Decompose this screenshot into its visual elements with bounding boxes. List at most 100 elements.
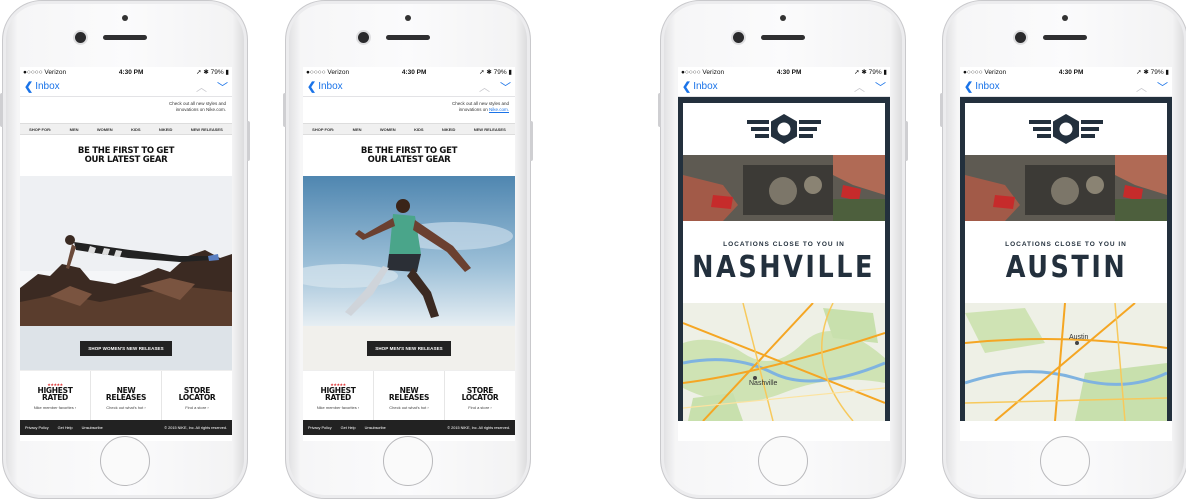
help-link[interactable]: Get Help — [341, 426, 356, 430]
front-camera — [733, 32, 744, 43]
next-message-icon[interactable]: ﹀ — [500, 79, 511, 95]
nav-nikeid[interactable]: NIKEID — [442, 127, 456, 132]
home-button[interactable] — [758, 436, 808, 486]
inbox-back-button[interactable]: ❮ Inbox — [964, 80, 1000, 93]
previous-message-icon[interactable]: ︿ — [854, 79, 865, 95]
nav-new-releases[interactable]: NEW RELEASES — [191, 127, 223, 132]
promo-text: Check out all new styles and innovations… — [168, 101, 226, 113]
inbox-label: Inbox — [693, 81, 718, 92]
carrier-label: ●○○○○ Verizon — [23, 68, 67, 76]
nike-link[interactable]: Nike.com. — [489, 107, 509, 112]
nav-kids[interactable]: KIDS — [414, 127, 424, 132]
email-preheader: Check out all new styles and innovations… — [20, 97, 232, 123]
battery-label: ➚ ✱ 79% ▮ — [479, 69, 512, 76]
email-headline: BE THE FIRST TO GET OUR LATEST GEAR — [77, 145, 175, 165]
chevron-left-icon: ❮ — [307, 81, 317, 93]
home-button[interactable] — [1040, 436, 1090, 486]
shop-nav: SHOP FOR: MEN WOMEN KIDS NIKEID NEW RELE… — [20, 123, 232, 135]
winged-hexagon-logo-icon — [1029, 114, 1103, 144]
brand-logo — [965, 103, 1167, 155]
nav-women[interactable]: WOMEN — [97, 127, 113, 132]
inbox-back-button[interactable]: ❮ Inbox — [24, 80, 60, 93]
nav-new-releases[interactable]: NEW RELEASES — [474, 127, 506, 132]
nav-kids[interactable]: KIDS — [131, 127, 141, 132]
earpiece-speaker — [761, 35, 805, 40]
email-footer: Privacy Policy Get Help Unsubscribe © 20… — [20, 420, 232, 435]
highest-rated-link[interactable]: ★★★★★ HIGHEST RATED Nike member favorites… — [20, 371, 91, 420]
highest-rated-link[interactable]: ★★★★★ HIGHEST RATED Nike member favorites… — [303, 371, 374, 420]
unsubscribe-link[interactable]: Unsubscribe — [365, 426, 386, 430]
nav-women[interactable]: WOMEN — [380, 127, 396, 132]
email-body: LOCATIONS CLOSE TO YOU IN AUSTIN Austin — [960, 97, 1172, 421]
clock: 4:30 PM — [776, 68, 802, 76]
privacy-link[interactable]: Privacy Policy — [308, 426, 332, 430]
cta-band: SHOP MEN'S NEW RELEASES — [303, 326, 515, 370]
location-heading: LOCATIONS CLOSE TO YOU IN AUSTIN — [965, 221, 1167, 303]
mechanic-photo — [965, 155, 1167, 221]
hero-image-yoga[interactable] — [20, 176, 232, 326]
next-message-icon[interactable]: ﹀ — [1157, 79, 1168, 95]
store-locator-link[interactable]: STORE LOCATOR Find a store › — [162, 371, 232, 420]
hero-image-runner[interactable] — [303, 176, 515, 326]
shop-mens-button[interactable]: SHOP MEN'S NEW RELEASES — [367, 340, 451, 356]
screen: ●○○○○ Verizon 4:30 PM ➚ ✱ 79% ▮ ❮ Inbox … — [678, 67, 890, 441]
earpiece-speaker — [103, 35, 147, 40]
shop-womens-button[interactable]: SHOP WOMEN'S NEW RELEASES — [80, 340, 172, 356]
front-camera — [1015, 32, 1026, 43]
locations-map[interactable]: Austin — [965, 303, 1167, 421]
shop-nav: SHOP FOR: MEN WOMEN KIDS NIKEID NEW RELE… — [303, 123, 515, 135]
inbox-back-button[interactable]: ❮ Inbox — [307, 80, 343, 93]
screen: ●○○○○ Verizon 4:30 PM ➚ ✱ 79% ▮ ❮ Inbox … — [303, 67, 515, 441]
mail-navbar: ❮ Inbox ︿ ﹀ — [678, 77, 890, 97]
unsubscribe-link[interactable]: Unsubscribe — [82, 426, 103, 430]
inbox-back-button[interactable]: ❮ Inbox — [682, 80, 718, 93]
front-sensor — [780, 15, 786, 21]
phone-3: ●○○○○ Verizon 4:30 PM ➚ ✱ 79% ▮ ❮ Inbox … — [658, 0, 908, 499]
front-camera — [358, 32, 369, 43]
new-releases-link[interactable]: NEW RELEASES Check out what's hot › — [91, 371, 162, 420]
battery-label: ➚ ✱ 79% ▮ — [196, 69, 229, 76]
front-sensor — [405, 15, 411, 21]
earpiece-speaker — [1043, 35, 1087, 40]
mechanic-photo — [683, 155, 885, 221]
help-link[interactable]: Get Help — [58, 426, 73, 430]
promo-text: Check out all new styles and innovations… — [451, 101, 509, 113]
mail-navbar: ❮ Inbox ︿ ﹀ — [20, 77, 232, 97]
carrier-label: ●○○○○ Verizon — [306, 68, 350, 76]
brand-logo — [683, 103, 885, 155]
home-button[interactable] — [383, 436, 433, 486]
screen: ●○○○○ Verizon 4:30 PM ➚ ✱ 79% ▮ ❮ Inbox … — [20, 67, 232, 441]
clock: 4:30 PM — [118, 68, 144, 76]
home-button[interactable] — [100, 436, 150, 486]
status-bar: ●○○○○ Verizon 4:30 PM ➚ ✱ 79% ▮ — [960, 67, 1172, 77]
next-message-icon[interactable]: ﹀ — [875, 79, 886, 95]
privacy-link[interactable]: Privacy Policy — [25, 426, 49, 430]
front-sensor — [122, 15, 128, 21]
feature-links: ★★★★★ HIGHEST RATED Nike member favorites… — [303, 370, 515, 420]
locations-subtitle: LOCATIONS CLOSE TO YOU IN — [723, 240, 845, 248]
next-message-icon[interactable]: ﹀ — [217, 79, 228, 95]
mail-navbar: ❮ Inbox ︿ ﹀ — [303, 77, 515, 97]
nav-men[interactable]: MEN — [353, 127, 362, 132]
email-body: LOCATIONS CLOSE TO YOU IN NASHVILLE Nash… — [678, 97, 890, 421]
previous-message-icon[interactable]: ︿ — [196, 79, 207, 95]
previous-message-icon[interactable]: ︿ — [479, 79, 490, 95]
locations-map[interactable]: Nashville — [683, 303, 885, 421]
phone-2: ●○○○○ Verizon 4:30 PM ➚ ✱ 79% ▮ ❮ Inbox … — [283, 0, 533, 499]
shop-for-label: SHOP FOR: — [312, 126, 335, 132]
previous-message-icon[interactable]: ︿ — [1136, 79, 1147, 95]
nike-link[interactable]: Nike.com. — [206, 107, 226, 112]
chevron-left-icon: ❮ — [964, 81, 974, 93]
front-sensor — [1062, 15, 1068, 21]
battery-label: ➚ ✱ 79% ▮ — [854, 69, 887, 76]
email-footer: Privacy Policy Get Help Unsubscribe © 20… — [303, 420, 515, 435]
nav-men[interactable]: MEN — [70, 127, 79, 132]
new-releases-link[interactable]: NEW RELEASES Check out what's hot › — [374, 371, 445, 420]
chevron-left-icon: ❮ — [24, 81, 34, 93]
nav-nikeid[interactable]: NIKEID — [159, 127, 173, 132]
email-preheader: Check out all new styles and innovations… — [303, 97, 515, 123]
location-heading: LOCATIONS CLOSE TO YOU IN NASHVILLE — [683, 221, 885, 303]
locations-subtitle: LOCATIONS CLOSE TO YOU IN — [1005, 240, 1127, 248]
phone-1: ●○○○○ Verizon 4:30 PM ➚ ✱ 79% ▮ ❮ Inbox … — [0, 0, 250, 499]
store-locator-link[interactable]: STORE LOCATOR Find a store › — [445, 371, 515, 420]
